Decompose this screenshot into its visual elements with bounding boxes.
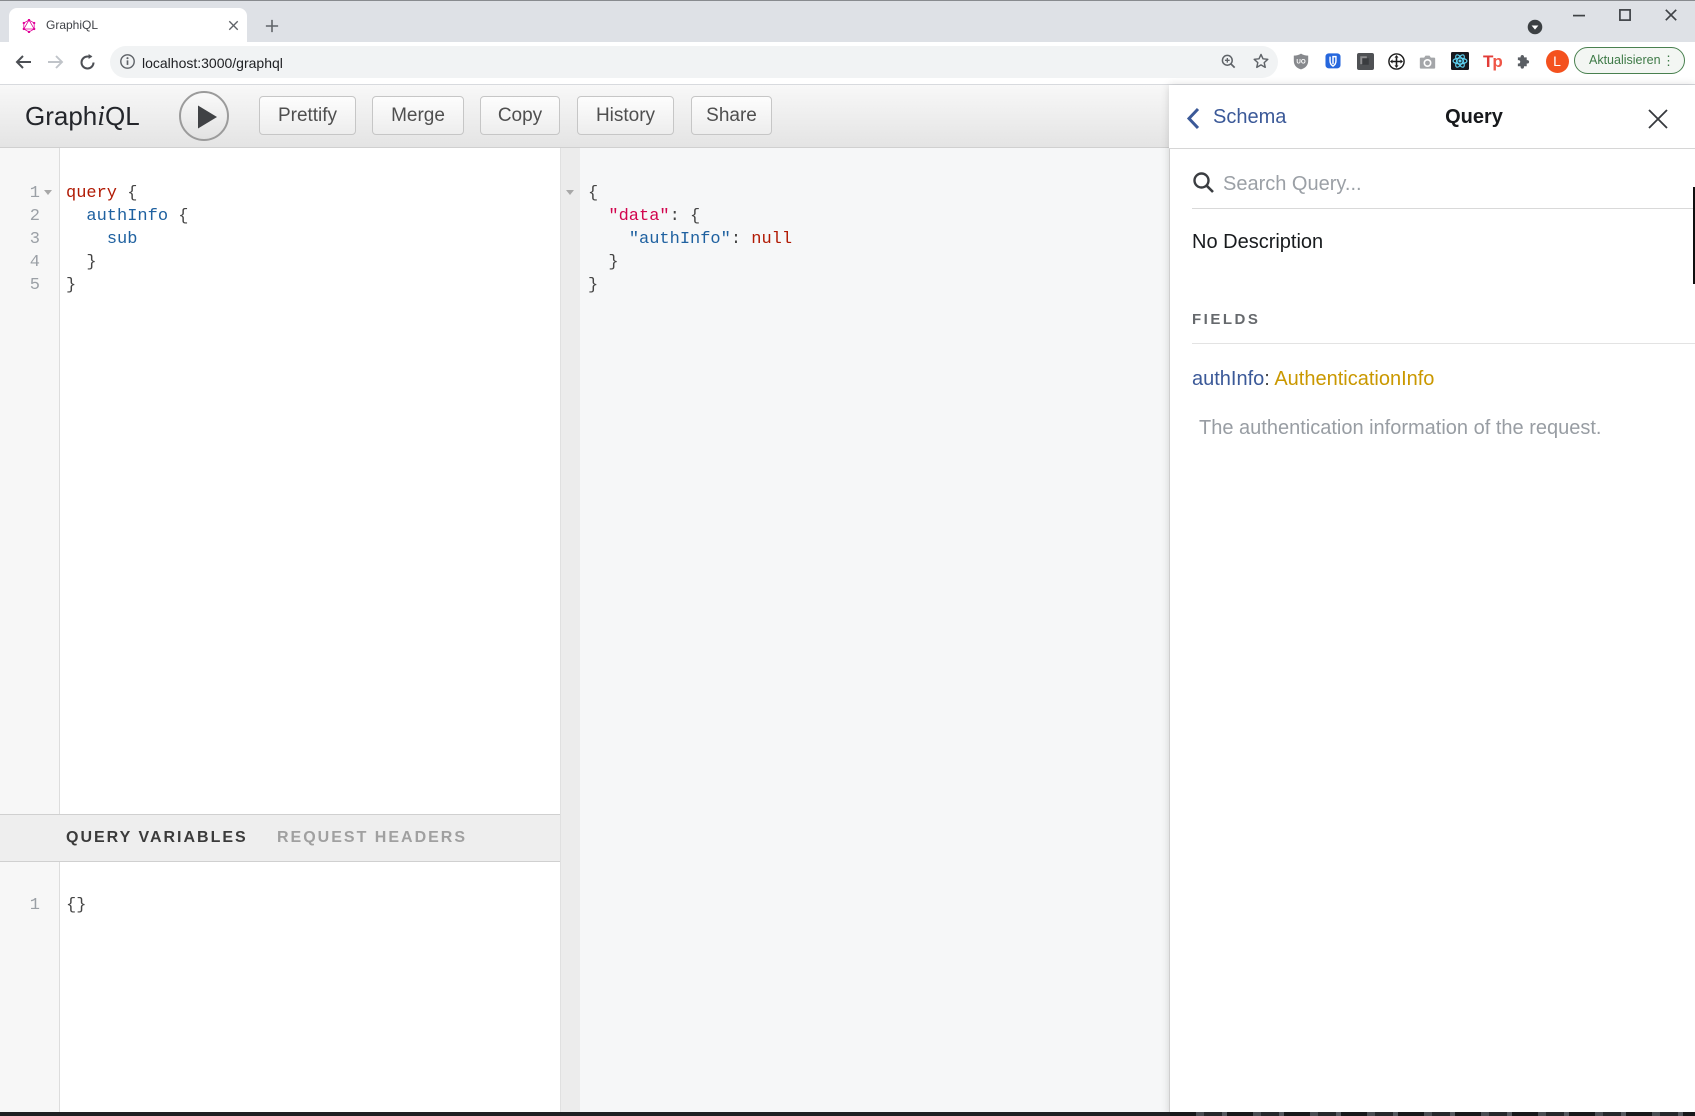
svg-text:UO: UO <box>1296 58 1305 65</box>
